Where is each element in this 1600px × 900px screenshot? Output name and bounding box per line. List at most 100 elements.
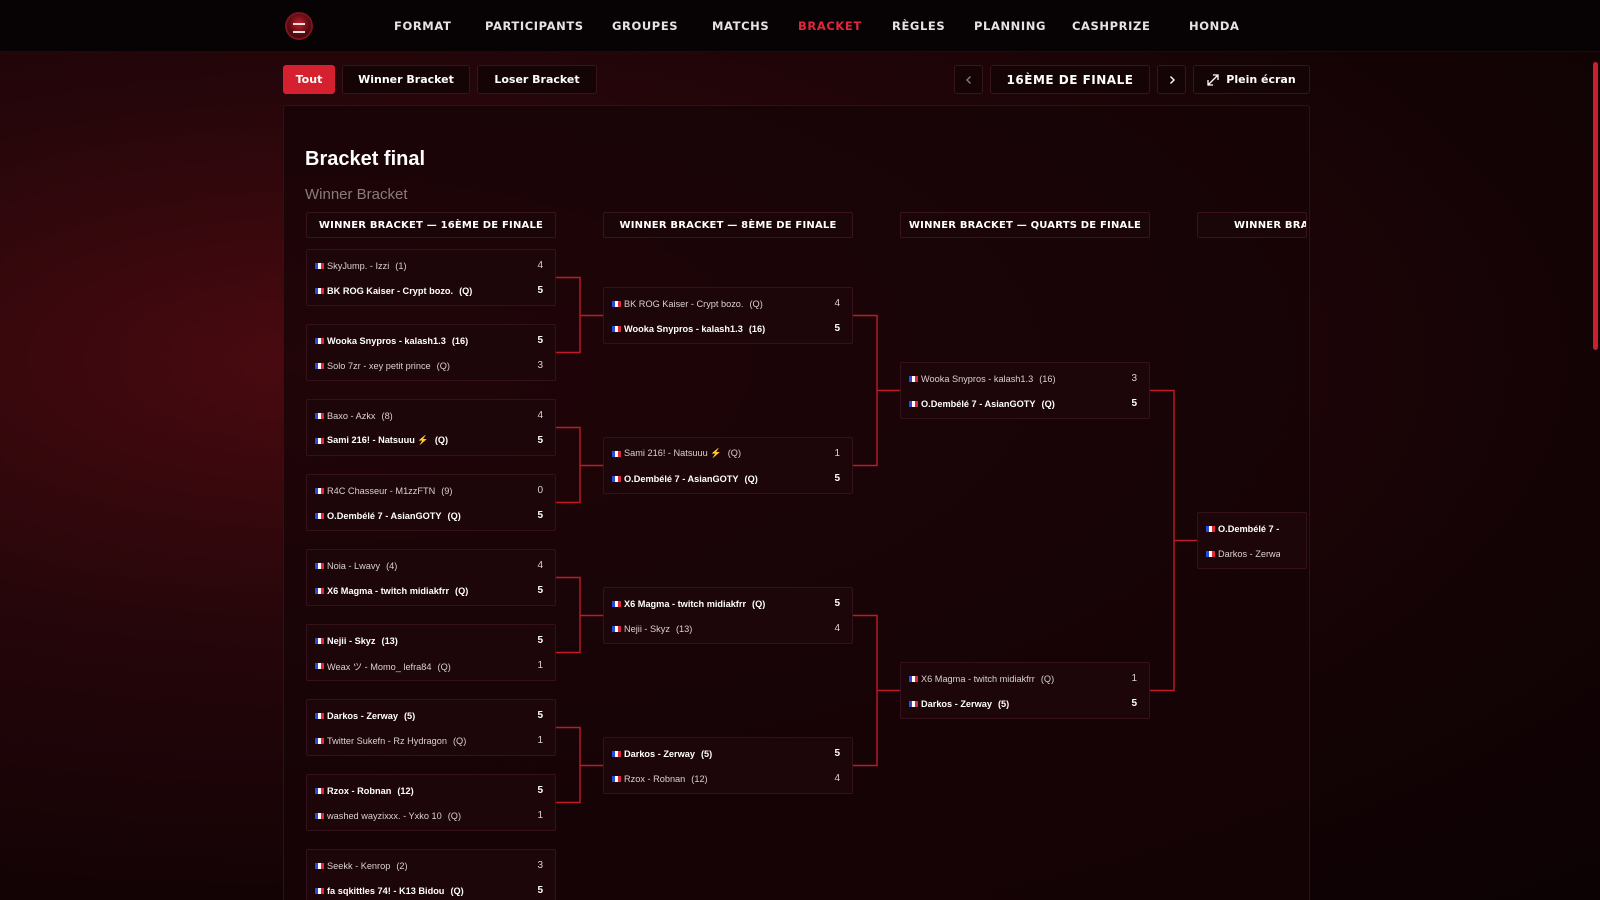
- team-name: Seekk - Kenrop (2): [327, 861, 529, 871]
- team-seed: (16): [451, 335, 469, 346]
- team-players: Sami 216! - Natsuuu ⚡: [327, 435, 429, 445]
- team-score: 5: [834, 473, 840, 484]
- match-team-row: Solo 7zr - xey petit prince (Q) 3: [307, 353, 555, 378]
- filter-winner-bracket-button[interactable]: Winner Bracket: [342, 65, 470, 94]
- team-score: 4: [537, 560, 543, 571]
- nav-item-participants[interactable]: PARTICIPANTS: [485, 19, 584, 33]
- team-players: Rzox - Robnan: [624, 773, 686, 784]
- nav-item-cashprize[interactable]: CASHPRIZE: [1072, 19, 1150, 33]
- match-card[interactable]: Wooka Snypros - kalash1.3 (16) 3 O.Dembélé …: [900, 362, 1150, 419]
- filter-tout-button[interactable]: Tout: [283, 65, 335, 94]
- team-seed: (12): [397, 785, 414, 796]
- team-name: Weax ツ - Momo_ lefra84 (Q): [327, 659, 529, 673]
- team-score: 5: [537, 585, 543, 596]
- match-card[interactable]: Baxo - Azkx (8) 4 Sami 216! - Natsuuu ⚡ (Q) 5: [306, 399, 556, 456]
- filter-loser-bracket-button[interactable]: Loser Bracket: [477, 65, 597, 94]
- match-card[interactable]: SkyJump. - Izzi (1) 4 BK ROG Kaiser - Crypt…: [306, 249, 556, 306]
- match-card[interactable]: Rzox - Robnan (12) 5 washed wayzixxx. - Yxk…: [306, 774, 556, 831]
- team-players: Sami 216! - Natsuuu ⚡: [624, 448, 722, 458]
- france-flag-icon: [612, 625, 621, 632]
- bracket-connector-line: [556, 426, 603, 504]
- match-card[interactable]: Sami 216! - Natsuuu ⚡ (Q) 1 O.Dembélé 7 - A…: [603, 437, 853, 494]
- team-seed: (Q): [436, 360, 450, 371]
- match-card[interactable]: Noia - Lwavy (4) 4 X6 Magma - twitch midiak…: [306, 549, 556, 606]
- match-card[interactable]: O.Dembélé 7 - Asi Darkos - Zerway(: [1197, 512, 1307, 569]
- next-round-button[interactable]: [1157, 65, 1186, 94]
- team-score: 5: [537, 785, 543, 796]
- chevron-left-icon: [965, 75, 971, 84]
- match-team-row: BK ROG Kaiser - Crypt bozo. (Q) 5: [307, 278, 555, 303]
- team-seed: (2): [396, 860, 408, 871]
- expand-icon: [1207, 73, 1219, 86]
- match-card[interactable]: X6 Magma - twitch midiakfrr (Q) 5 Nejii - S…: [603, 587, 853, 644]
- nav-item-regles[interactable]: RÈGLES: [892, 19, 945, 33]
- match-team-row: BK ROG Kaiser - Crypt bozo. (Q) 4: [604, 291, 852, 316]
- france-flag-icon: [315, 362, 324, 369]
- team-players: Weax ツ - Momo_ lefra84: [327, 661, 432, 672]
- logo-icon[interactable]: [285, 12, 313, 40]
- team-players: R4C Chasseur - M1zzFTN: [327, 485, 436, 496]
- france-flag-icon: [612, 600, 621, 607]
- team-players: O.Dembélé 7 - AsianGOTY: [624, 473, 739, 484]
- round-header: WINNER BRACKET — 16ÈME DE FINALE: [306, 212, 556, 238]
- team-score: 5: [834, 323, 840, 334]
- match-card[interactable]: Nejii - Skyz (13) 5 Weax ツ - Momo_ lefra84 (…: [306, 624, 556, 681]
- round-header: WINNER BRAC: [1197, 212, 1307, 238]
- match-team-row: Wooka Snypros - kalash1.3 (16) 5: [604, 316, 852, 341]
- top-nav: FORMAT PARTICIPANTS GROUPES MATCHS BRACKET RÈ…: [0, 0, 1600, 52]
- team-score: 4: [537, 260, 543, 271]
- match-team-row: Nejii - Skyz (13) 5: [307, 628, 555, 653]
- match-team-row: Nejii - Skyz (13) 4: [604, 616, 852, 641]
- france-flag-icon: [909, 675, 918, 682]
- bracket-connector-line: [1150, 389, 1197, 692]
- scrollbar-thumb[interactable]: [1593, 62, 1598, 350]
- team-players: BK ROG Kaiser - Crypt bozo.: [327, 285, 454, 296]
- team-score: 1: [537, 810, 543, 821]
- nav-item-honda[interactable]: HONDA: [1189, 19, 1239, 33]
- team-seed: (13): [675, 623, 693, 634]
- team-name: Sami 216! - Natsuuu ⚡ (Q): [624, 448, 826, 459]
- match-team-row: Seekk - Kenrop (2) 3: [307, 853, 555, 878]
- match-team-row: Wooka Snypros - kalash1.3 (16) 5: [307, 328, 555, 353]
- france-flag-icon: [315, 262, 324, 269]
- team-name: O.Dembélé 7 - AsianGOTY (Q): [327, 511, 529, 521]
- team-players: washed wayzixxx. - Yxko 10: [327, 810, 442, 821]
- match-team-row: O.Dembélé 7 - AsianGOTY (Q) 5: [604, 466, 852, 491]
- prev-round-button[interactable]: [954, 65, 983, 94]
- team-score: 4: [834, 623, 840, 634]
- match-card[interactable]: Darkos - Zerway (5) 5 Rzox - Robnan (12) 4: [603, 737, 853, 794]
- team-players: X6 Magma - twitch midiakfrr: [624, 598, 747, 609]
- match-card[interactable]: BK ROG Kaiser - Crypt bozo. (Q) 4 Wooka Sny…: [603, 287, 853, 344]
- france-flag-icon: [1206, 550, 1215, 557]
- team-score: 4: [834, 298, 840, 309]
- team-players: X6 Magma - twitch midiakfrr: [921, 673, 1035, 684]
- team-name: BK ROG Kaiser - Crypt bozo. (Q): [327, 286, 529, 296]
- fullscreen-button[interactable]: Plein écran: [1193, 65, 1310, 94]
- team-score: 5: [537, 635, 543, 646]
- match-card[interactable]: R4C Chasseur - M1zzFTN (9) 0 O.Dembélé 7 - …: [306, 474, 556, 531]
- team-seed: (12): [691, 773, 708, 784]
- team-seed: (5): [700, 748, 713, 759]
- team-name: Baxo - Azkx (8): [327, 411, 529, 421]
- nav-item-planning[interactable]: PLANNING: [974, 19, 1046, 33]
- match-card[interactable]: Darkos - Zerway (5) 5 Twitter Sukefn - Rz H…: [306, 699, 556, 756]
- round-selector[interactable]: 16ÈME DE FINALE: [990, 65, 1150, 94]
- nav-item-matchs[interactable]: MATCHS: [712, 19, 769, 33]
- france-flag-icon: [315, 887, 324, 894]
- match-team-row: Darkos - Zerway (5) 5: [901, 691, 1149, 716]
- round-header: WINNER BRACKET — 8ÈME DE FINALE: [603, 212, 853, 238]
- nav-item-format[interactable]: FORMAT: [394, 19, 451, 33]
- match-team-row: Rzox - Robnan (12) 4: [604, 766, 852, 791]
- match-card[interactable]: Wooka Snypros - kalash1.3 (16) 5 Solo 7zr -…: [306, 324, 556, 381]
- team-score: 5: [834, 598, 840, 609]
- match-team-row: Weax ツ - Momo_ lefra84 (Q) 1: [307, 653, 555, 678]
- team-players: O.Dembélé 7 - Asi: [1218, 523, 1280, 534]
- match-card[interactable]: X6 Magma - twitch midiakfrr (Q) 1 Darkos - …: [900, 662, 1150, 719]
- team-players: BK ROG Kaiser - Crypt bozo.: [624, 298, 744, 309]
- team-players: Seekk - Kenrop: [327, 860, 391, 871]
- nav-item-groupes[interactable]: GROUPES: [612, 19, 678, 33]
- team-score: 1: [537, 735, 543, 746]
- nav-item-bracket[interactable]: BRACKET: [798, 19, 862, 33]
- team-seed: (9): [441, 485, 453, 496]
- match-card[interactable]: Seekk - Kenrop (2) 3 fa sqkittles 74! - K13…: [306, 849, 556, 900]
